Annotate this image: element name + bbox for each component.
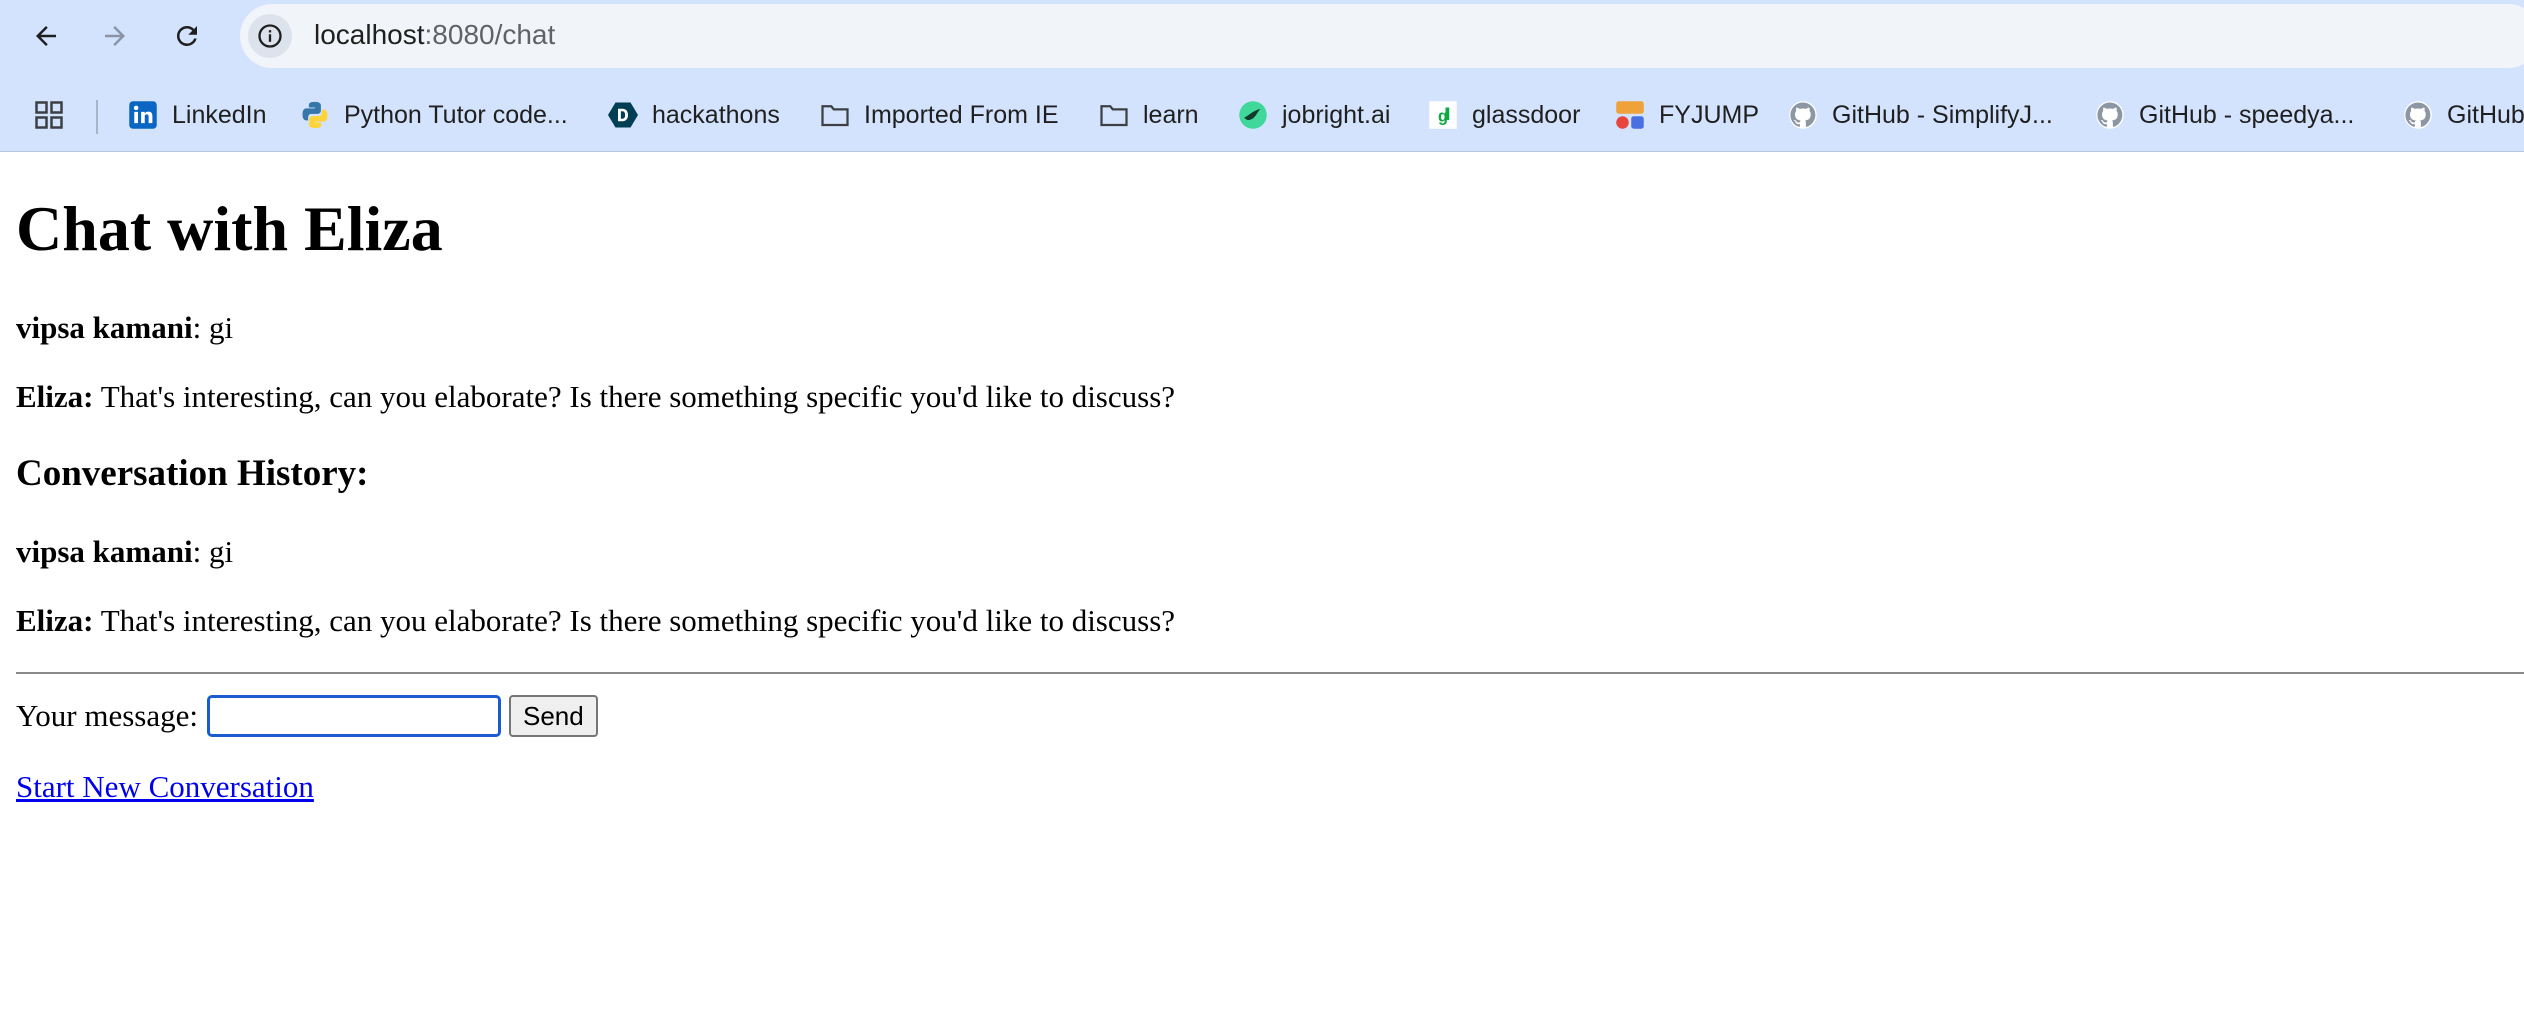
bookmark-imported-from-ie[interactable]: Imported From IE — [820, 93, 1059, 137]
bookmarks-divider — [96, 100, 98, 134]
back-button[interactable] — [22, 12, 70, 60]
url-path: :8080/chat — [424, 19, 556, 50]
address-bar[interactable]: localhost:8080/chat — [240, 4, 2524, 68]
user-name: vipsa kamani — [16, 310, 193, 345]
current-user-message: vipsa kamani: gi — [16, 310, 233, 346]
bookmark-hackathons[interactable]: hackathons — [608, 93, 780, 137]
browser-toolbar: localhost:8080/chat — [0, 0, 2524, 72]
page-title: Chat with Eliza — [16, 193, 443, 264]
start-new-conversation-link[interactable]: Start New Conversation — [16, 769, 314, 805]
message-form: Your message: Send — [16, 693, 598, 739]
linkedin-icon — [128, 100, 158, 130]
bookmark-label: Imported From IE — [864, 100, 1059, 129]
forward-button[interactable] — [91, 12, 139, 60]
bookmark-linkedin[interactable]: LinkedIn — [128, 93, 267, 137]
browser-chrome: localhost:8080/chat LinkedIn Python Tuto… — [0, 0, 2524, 152]
history-reply-text: That's interesting, can you elaborate? I… — [93, 603, 1176, 638]
bookmark-label: Python Tutor code... — [344, 100, 568, 129]
bookmark-label: GitHub - speedya... — [2139, 100, 2355, 129]
bookmark-label: GitHub - SimplifyJ... — [1832, 100, 2053, 129]
site-info-button[interactable] — [248, 14, 292, 58]
jobright-icon — [1238, 100, 1268, 130]
eliza-reply-text: That's interesting, can you elaborate? I… — [93, 379, 1176, 414]
bookmark-label: learn — [1143, 100, 1199, 129]
python-icon — [300, 100, 330, 130]
history-eliza-reply: Eliza: That's interesting, can you elabo… — [16, 603, 1175, 639]
user-name: vipsa kamani — [16, 534, 193, 569]
bookmark-label: FYJUMP — [1659, 100, 1759, 129]
bookmark-github-speedya[interactable]: GitHub - speedya... — [2095, 93, 2354, 137]
bookmark-label: jobright.ai — [1282, 100, 1391, 129]
url-text: localhost:8080/chat — [314, 19, 555, 51]
arrow-right-icon — [105, 26, 125, 46]
bookmark-label: glassdoor — [1472, 100, 1581, 129]
glassdoor-icon: g — [1428, 100, 1458, 130]
reload-button[interactable] — [163, 12, 211, 60]
user-message-text: : gi — [192, 310, 234, 345]
fyjump-icon — [1615, 100, 1645, 130]
bookmark-fyjump[interactable]: FYJUMP — [1615, 93, 1759, 137]
current-eliza-reply: Eliza: That's interesting, can you elabo… — [16, 379, 1175, 415]
github-icon — [2403, 100, 2433, 130]
history-user-message: vipsa kamani: gi — [16, 534, 233, 570]
folder-icon — [1099, 100, 1129, 130]
github-icon — [1788, 100, 1818, 130]
bookmark-label: GitHub — [2447, 100, 2524, 129]
reload-icon — [176, 25, 197, 46]
bookmark-learn[interactable]: learn — [1099, 93, 1199, 137]
devpost-icon — [608, 100, 638, 130]
info-icon — [258, 24, 282, 48]
bookmark-glassdoor[interactable]: g glassdoor — [1428, 93, 1580, 137]
eliza-name: Eliza: — [16, 603, 94, 638]
bookmark-github-simplify[interactable]: GitHub - SimplifyJ... — [1788, 93, 2053, 137]
url-host: localhost — [314, 19, 425, 50]
message-input[interactable] — [207, 695, 501, 737]
bookmark-github[interactable]: GitHub — [2403, 93, 2524, 137]
send-button[interactable]: Send — [509, 695, 598, 737]
bookmark-label: hackathons — [652, 100, 780, 129]
bookmark-label: LinkedIn — [172, 100, 267, 129]
history-heading: Conversation History: — [16, 453, 369, 494]
eliza-name: Eliza: — [16, 379, 94, 414]
bookmark-jobright[interactable]: jobright.ai — [1238, 93, 1390, 137]
folder-icon — [820, 100, 850, 130]
bookmark-python-tutor[interactable]: Python Tutor code... — [300, 93, 568, 137]
apps-grid-icon[interactable] — [34, 100, 64, 130]
message-label: Your message: — [16, 698, 198, 733]
bookmarks-bar: LinkedIn Python Tutor code... hackathons… — [0, 80, 2524, 152]
github-icon — [2095, 100, 2125, 130]
divider — [16, 672, 2524, 674]
arrow-left-icon — [36, 26, 56, 46]
history-message-text: : gi — [192, 534, 234, 569]
